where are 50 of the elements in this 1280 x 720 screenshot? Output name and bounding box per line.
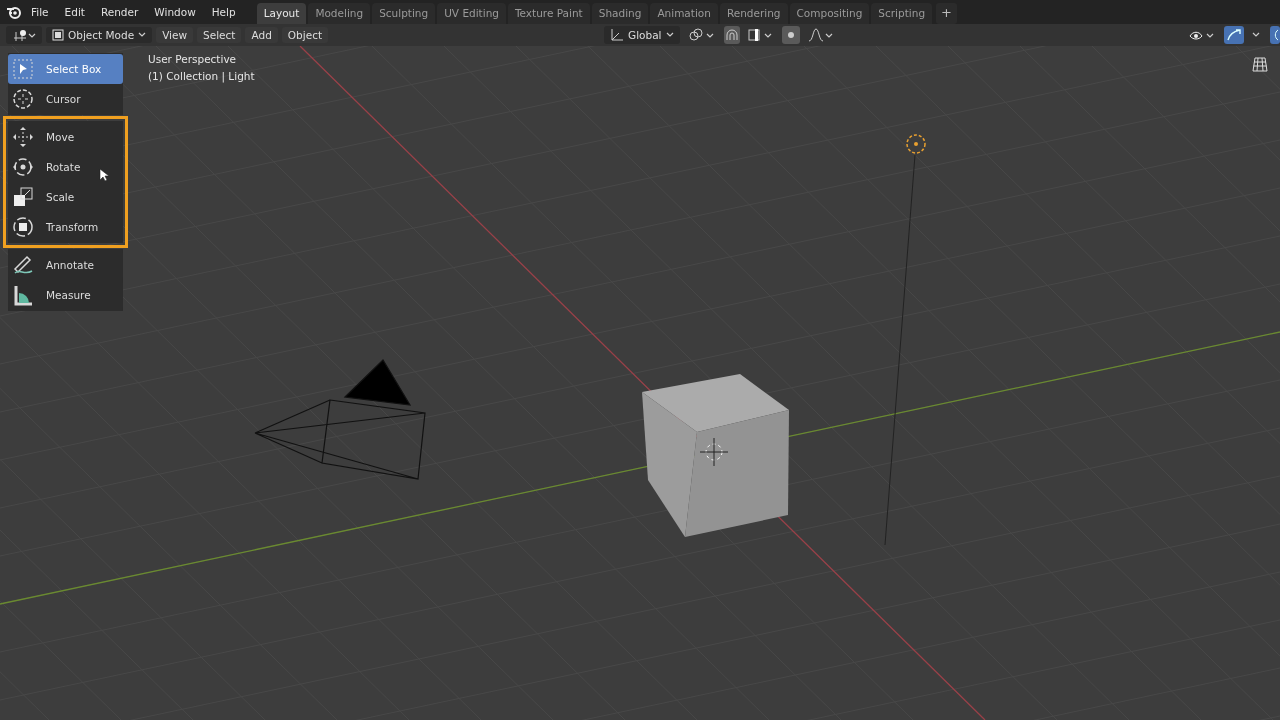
grid-view-icon[interactable] <box>1252 56 1268 72</box>
cursor-tool-icon <box>12 88 34 110</box>
menu-item[interactable]: Help <box>204 3 243 21</box>
move-tool-icon <box>12 126 34 148</box>
snap-toggle[interactable] <box>723 26 740 44</box>
mouse-pointer-icon <box>99 168 109 182</box>
annotate-tool-icon <box>12 254 34 276</box>
menu-item[interactable]: Edit <box>57 3 92 21</box>
header-menu[interactable]: Add <box>245 27 278 43</box>
collection-label: (1) Collection | Light <box>148 70 255 82</box>
workspace-tab[interactable]: Animation <box>650 3 718 24</box>
select-tool-icon <box>12 58 34 80</box>
magnet-icon <box>725 29 738 41</box>
overlay-icon <box>1272 28 1278 42</box>
workspace-tab[interactable]: Rendering <box>719 3 788 24</box>
editor-type-dropdown[interactable] <box>6 26 42 44</box>
orientation-dropdown[interactable]: Global <box>604 26 680 44</box>
menu-item[interactable]: Window <box>147 3 203 21</box>
scale-tool-icon <box>12 186 34 208</box>
measure-tool-icon <box>12 284 34 306</box>
header-menu[interactable]: Select <box>197 27 242 43</box>
mode-dropdown[interactable]: Object Mode <box>46 27 153 43</box>
caret-icon <box>1252 32 1262 38</box>
workspace-tab[interactable]: Shading <box>591 3 649 24</box>
origin-icon <box>699 437 729 467</box>
overlay-toggle[interactable] <box>1270 26 1280 44</box>
menu-item[interactable]: Render <box>93 3 146 21</box>
workspace-tab[interactable]: Layout <box>256 3 307 24</box>
workspace-tab[interactable]: Texture Paint <box>507 3 590 24</box>
blender-logo-icon[interactable] <box>6 4 22 20</box>
view-name: User Perspective <box>148 53 238 65</box>
proportional-edit-toggle[interactable] <box>781 26 800 44</box>
viewport-editor-icon <box>12 28 36 42</box>
menu-item[interactable]: File <box>24 3 56 21</box>
caret-icon <box>665 32 674 38</box>
workspace-tab[interactable]: Scripting <box>871 3 933 24</box>
add-workspace-button[interactable]: + <box>936 3 957 24</box>
workspace-tab[interactable]: Compositing <box>789 3 870 24</box>
header-menu[interactable]: View <box>156 27 194 43</box>
workspace-tab[interactable]: UV Editing <box>437 3 506 24</box>
gizmo-toggle[interactable] <box>1224 26 1244 44</box>
tool-button[interactable]: Select Box <box>8 54 123 84</box>
workspace-tab[interactable]: Sculpting <box>372 3 436 24</box>
rotate-tool-icon <box>12 156 34 178</box>
caret-icon <box>138 32 147 38</box>
workspace-tab[interactable]: Modeling <box>308 3 371 24</box>
cube-icon <box>52 29 64 41</box>
header-menu[interactable]: Object <box>281 27 329 43</box>
transform-tool-icon <box>12 216 34 238</box>
axes-icon <box>610 28 624 42</box>
